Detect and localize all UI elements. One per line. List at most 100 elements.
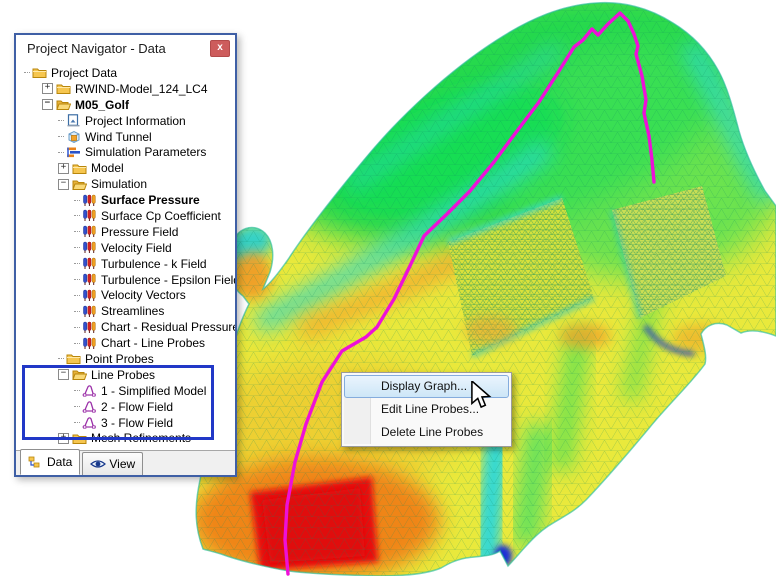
tree-connector	[74, 294, 80, 296]
tree-connector	[58, 120, 64, 122]
folder-icon	[66, 352, 81, 365]
tree-item[interactable]: Simulation Parameters	[16, 144, 235, 160]
tree-item[interactable]: Project Data	[16, 65, 235, 81]
expand-icon[interactable]: +	[58, 162, 69, 174]
tree-item[interactable]: − Simulation	[16, 176, 235, 192]
result-icon	[82, 241, 97, 254]
tree-item[interactable]: Pressure Field	[16, 224, 235, 240]
tree-item[interactable]: Project Information	[16, 113, 235, 129]
close-icon[interactable]: x	[210, 40, 230, 57]
result-icon	[82, 305, 97, 318]
tree-connector	[74, 247, 80, 249]
tree-connector	[74, 263, 80, 265]
navigator-tab-bar: Data View	[16, 449, 235, 475]
tree-item[interactable]: Wind Tunnel	[16, 129, 235, 145]
tree-item-label: Line Probes	[91, 367, 156, 382]
tree-connector	[74, 310, 80, 312]
tree-connector	[74, 390, 80, 392]
tree-item-label: Simulation Parameters	[85, 145, 207, 160]
tree-item-label: M05_Golf	[75, 97, 130, 112]
menu-item-label: Edit Line Probes...	[381, 402, 480, 416]
tree-item[interactable]: + Model	[16, 160, 235, 176]
tree-item[interactable]: Turbulence - k Field	[16, 256, 235, 272]
car-model	[196, 2, 776, 576]
tree-item-label: Point Probes	[85, 351, 154, 366]
tab-data[interactable]: Data	[20, 449, 81, 475]
tree-item-label: Chart - Residual Pressure	[101, 320, 235, 335]
tree-item-label: Velocity Field	[101, 240, 172, 255]
tree-item-label: 3 - Flow Field	[101, 415, 174, 430]
tree-connector	[58, 151, 64, 153]
folder-icon	[56, 82, 71, 95]
tree-item-label: Velocity Vectors	[101, 288, 186, 303]
tree-item-label: Project Information	[85, 113, 186, 128]
tree-item[interactable]: Surface Cp Coefficient	[16, 208, 235, 224]
result-icon	[82, 337, 97, 350]
collapse-icon[interactable]: −	[58, 178, 69, 190]
probe-icon	[82, 384, 97, 397]
tree-item-label: Surface Pressure	[101, 193, 200, 208]
tree-item-label: RWIND-Model_124_LC4	[75, 81, 208, 96]
menu-item-delete-line-probes[interactable]: Delete Line Probes	[344, 421, 509, 444]
folder-open-icon	[72, 368, 87, 381]
tree-item-label: Simulation	[91, 177, 148, 192]
tree-connector	[74, 231, 80, 233]
tree-item[interactable]: 1 - Simplified Model	[16, 383, 235, 399]
tab-view[interactable]: View	[82, 452, 144, 475]
tree-connector	[74, 279, 80, 281]
tree-item-label: 2 - Flow Field	[101, 399, 174, 414]
tree-connector	[74, 422, 80, 424]
menu-item-display-graph[interactable]: Display Graph...	[344, 375, 509, 398]
tree-connector	[58, 358, 64, 360]
tree-item[interactable]: Chart - Line Probes	[16, 335, 235, 351]
tree-connector	[58, 136, 64, 137]
tree-item[interactable]: Velocity Field	[16, 240, 235, 256]
probe-icon	[82, 400, 97, 413]
panel-titlebar[interactable]: Project Navigator - Data x	[16, 35, 235, 61]
tree-item[interactable]: Velocity Vectors	[16, 287, 235, 303]
tree-item[interactable]: + RWIND-Model_124_LC4	[16, 81, 235, 97]
tab-label: View	[109, 457, 136, 471]
result-icon	[82, 273, 97, 286]
expand-icon[interactable]: +	[42, 83, 53, 95]
menu-item-label: Delete Line Probes	[381, 425, 484, 439]
tree-item-label: Streamlines	[101, 304, 165, 319]
result-icon	[82, 257, 97, 270]
tree-item[interactable]: − M05_Golf	[16, 97, 235, 113]
tree-item-label: Model	[91, 161, 124, 176]
tree-connector	[74, 199, 80, 201]
tree-item[interactable]: Surface Pressure	[16, 192, 235, 208]
data-tree-icon	[28, 456, 43, 468]
probe-icon	[82, 416, 97, 429]
panel-title: Project Navigator - Data	[27, 41, 166, 56]
tree-item[interactable]: Chart - Residual Pressure	[16, 319, 235, 335]
collapse-icon[interactable]: −	[58, 369, 69, 381]
doc-icon	[66, 114, 81, 127]
result-icon	[82, 209, 97, 222]
tree-item-label: Mesh Refinements	[91, 431, 192, 446]
expand-icon[interactable]: +	[58, 432, 69, 444]
menu-item-edit-line-probes[interactable]: Edit Line Probes...	[344, 398, 509, 421]
folder-open-icon	[72, 178, 87, 191]
folder-open-icon	[56, 98, 71, 111]
tree-item-label: Pressure Field	[101, 224, 179, 239]
eye-icon	[90, 458, 107, 470]
context-menu: Display Graph... Edit Line Probes... Delet…	[341, 372, 512, 447]
tree-item[interactable]: Turbulence - Epsilon Field	[16, 272, 235, 288]
tree-item[interactable]: 3 - Flow Field	[16, 415, 235, 431]
tree-connector	[24, 72, 30, 74]
tree-connector	[74, 326, 80, 328]
tree-item[interactable]: − Line Probes	[16, 367, 235, 383]
tree-item-label: Project Data	[51, 65, 118, 80]
result-icon	[82, 225, 97, 238]
tab-label: Data	[47, 455, 73, 469]
tree-item[interactable]: + Mesh Refinements	[16, 430, 235, 446]
tree-item[interactable]: Streamlines	[16, 303, 235, 319]
tree-item-label: Wind Tunnel	[85, 129, 152, 144]
project-navigator-panel: Project Navigator - Data x Project Data +…	[14, 33, 237, 477]
tree-item[interactable]: 2 - Flow Field	[16, 399, 235, 415]
params-icon	[66, 146, 81, 159]
tree-item[interactable]: Point Probes	[16, 351, 235, 367]
tree-item-label: Chart - Line Probes	[101, 336, 206, 351]
collapse-icon[interactable]: −	[42, 99, 53, 111]
